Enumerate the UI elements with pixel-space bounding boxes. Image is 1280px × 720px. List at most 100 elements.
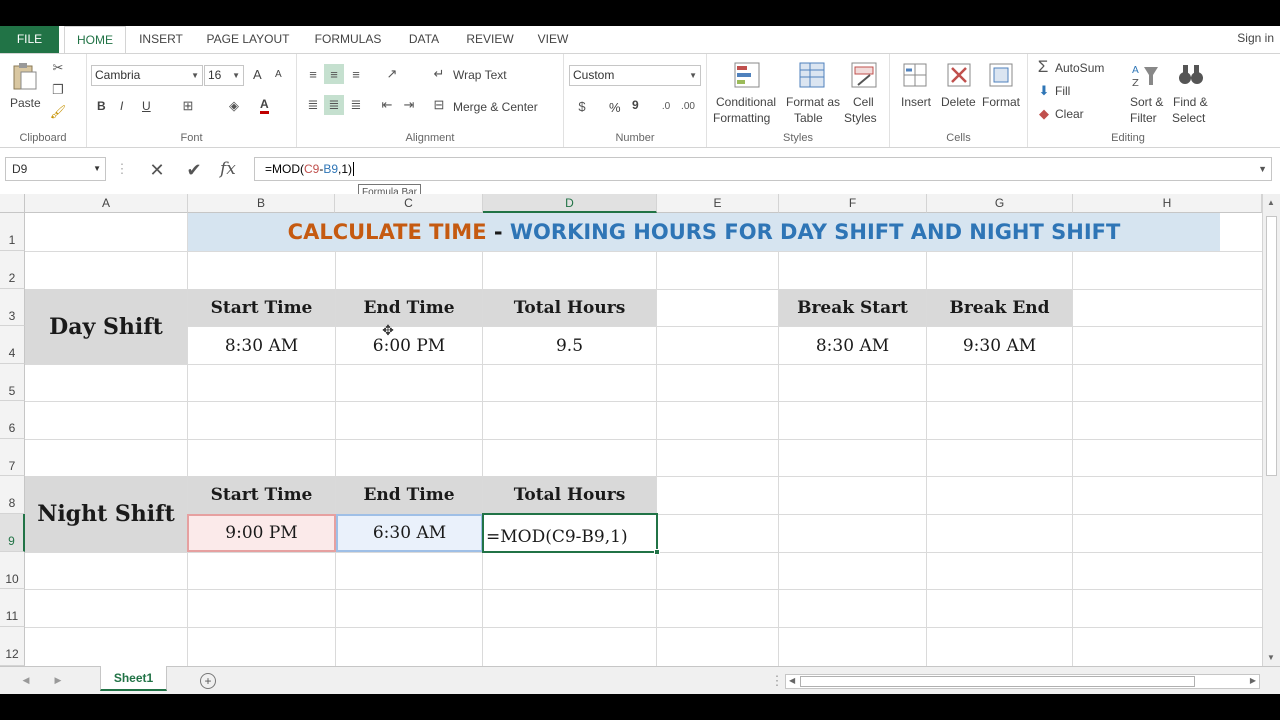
borders-icon[interactable]: ⊞ [179, 97, 197, 115]
break-start-value[interactable]: 8:30 AM [779, 327, 926, 364]
drag-handle-icon[interactable]: ⋮ [116, 161, 129, 177]
insert-cells-icon[interactable] [900, 60, 930, 90]
row-header-11[interactable]: 11 [0, 589, 25, 627]
formula-input[interactable]: =MOD(C9-B9,1)​▼ [254, 157, 1272, 181]
scroll-up-icon[interactable]: ▲ [1267, 198, 1275, 207]
select-all-corner[interactable] [0, 194, 25, 213]
prev-sheet-icon[interactable]: ◀ [20, 673, 32, 687]
row-header-8[interactable]: 8 [0, 476, 25, 514]
night-start-time-header[interactable]: Start Time [188, 476, 335, 514]
align-right-icon[interactable]: ≣ [346, 95, 366, 115]
horizontal-scroll-thumb[interactable] [800, 676, 1195, 687]
insert-cells-button[interactable]: Insert [901, 95, 931, 109]
day-start-time-value[interactable]: 8:30 AM [188, 327, 335, 364]
cancel-icon[interactable]: ✕ [146, 159, 168, 181]
orientation-icon[interactable]: ↗ [379, 64, 405, 84]
tab-file[interactable]: FILE [0, 26, 59, 53]
font-size-dropdown[interactable]: 16 ▼ [204, 65, 244, 86]
column-header-g[interactable]: G [927, 194, 1073, 213]
paste-icon[interactable] [10, 60, 40, 92]
row-header-9[interactable]: 9 [0, 514, 25, 552]
enter-icon[interactable]: ✔ [183, 159, 205, 181]
tab-review[interactable]: REVIEW [460, 26, 520, 53]
day-end-time-value[interactable]: 6:00 PM [336, 327, 482, 364]
night-total-hours-active-cell[interactable]: =MOD(C9-B9,1) [482, 513, 658, 553]
sort-filter-icon[interactable]: AZ [1130, 60, 1160, 90]
sheet-title-cell[interactable]: CALCULATE TIME - WORKING HOURS FOR DAY S… [188, 213, 1220, 251]
merge-center-icon[interactable]: ⊟ [431, 97, 447, 113]
expand-formula-icon[interactable]: ▼ [1258, 158, 1267, 180]
insert-function-button[interactable]: fx [220, 159, 236, 179]
column-header-b[interactable]: B [188, 194, 335, 213]
break-end-header[interactable]: Break End [927, 289, 1072, 326]
night-total-hours-header[interactable]: Total Hours [483, 476, 656, 514]
sort-filter-line1[interactable]: Sort & [1130, 95, 1163, 109]
align-left-icon[interactable]: ≣ [303, 95, 323, 115]
day-shift-label[interactable]: Day Shift [25, 289, 187, 364]
grow-font-button[interactable]: A [253, 67, 262, 82]
drag-handle-icon[interactable]: ⋮ [771, 673, 784, 689]
font-color-button[interactable]: A [260, 98, 269, 114]
tab-formulas[interactable]: FORMULAS [309, 26, 387, 53]
find-select-line2[interactable]: Select [1172, 111, 1205, 125]
format-cells-icon[interactable] [986, 60, 1016, 90]
column-header-e[interactable]: E [657, 194, 779, 213]
accounting-icon[interactable]: $ [572, 97, 592, 115]
tab-page-layout[interactable]: PAGE LAYOUT [200, 26, 296, 53]
increase-decimal-icon[interactable]: .0 [656, 97, 676, 115]
row-header-1[interactable]: 1 [0, 213, 25, 251]
row-header-12[interactable]: 12 [0, 627, 25, 666]
autosum-icon[interactable]: Σ [1034, 57, 1052, 76]
number-format-dropdown[interactable]: Custom ▼ [569, 65, 701, 86]
vertical-scroll-thumb[interactable] [1266, 216, 1277, 476]
clear-button[interactable]: Clear [1055, 107, 1084, 121]
scroll-left-icon[interactable]: ◀ [789, 676, 795, 685]
tab-home[interactable]: HOME [64, 26, 126, 53]
wrap-text-icon[interactable]: ↵ [431, 66, 447, 82]
delete-cells-icon[interactable] [944, 60, 974, 90]
break-end-value[interactable]: 9:30 AM [927, 327, 1072, 364]
cut-icon[interactable]: ✂ [50, 60, 66, 76]
day-total-hours-header[interactable]: Total Hours [483, 289, 656, 326]
align-center-icon[interactable]: ≣ [324, 95, 344, 115]
decrease-indent-icon[interactable]: ⇤ [377, 95, 397, 115]
row-header-5[interactable]: 5 [0, 364, 25, 401]
column-header-a[interactable]: A [25, 194, 188, 213]
night-shift-label[interactable]: Night Shift [25, 476, 187, 552]
conditional-formatting-line2[interactable]: Formatting [713, 111, 770, 125]
cell-styles-icon[interactable] [849, 60, 879, 90]
sort-filter-line2[interactable]: Filter [1130, 111, 1157, 125]
column-header-h[interactable]: H [1073, 194, 1262, 213]
column-header-c[interactable]: C [335, 194, 483, 213]
font-name-dropdown[interactable]: Cambria ▼ [91, 65, 203, 86]
day-start-time-header[interactable]: Start Time [188, 289, 335, 326]
row-header-2[interactable]: 2 [0, 251, 25, 289]
merge-center-button[interactable]: Merge & Center [453, 100, 538, 114]
increase-indent-icon[interactable]: ⇥ [399, 95, 419, 115]
format-as-table-line2[interactable]: Table [794, 111, 823, 125]
cell-styles-line1[interactable]: Cell [853, 95, 874, 109]
format-painter-icon[interactable]: 🖌 [50, 104, 67, 120]
align-bottom-icon[interactable]: ≡ [346, 64, 366, 84]
tab-view[interactable]: VIEW [532, 26, 574, 53]
night-end-time-value[interactable]: 6:30 AM [336, 514, 483, 552]
fill-color-icon[interactable]: ◈ [225, 97, 243, 115]
spreadsheet-grid[interactable]: A B C D E F G H 1 2 3 4 5 6 7 8 9 10 11 … [0, 194, 1280, 666]
cell-styles-line2[interactable]: Styles [844, 111, 877, 125]
day-end-time-header[interactable]: End Time [336, 289, 482, 326]
next-sheet-icon[interactable]: ▶ [52, 673, 64, 687]
shrink-font-button[interactable]: A [275, 69, 282, 80]
row-header-10[interactable]: 10 [0, 552, 25, 589]
bold-button[interactable]: B [97, 99, 106, 113]
percent-button[interactable]: % [609, 100, 621, 115]
column-header-f[interactable]: F [779, 194, 927, 213]
format-as-table-line1[interactable]: Format as [786, 95, 840, 109]
column-header-d[interactable]: D [483, 194, 657, 213]
decrease-decimal-icon[interactable]: .00 [678, 97, 698, 115]
fill-handle[interactable] [654, 549, 660, 555]
copy-icon[interactable]: ❐ [50, 82, 66, 98]
find-select-icon[interactable] [1176, 60, 1206, 90]
align-top-icon[interactable]: ≡ [303, 64, 323, 84]
underline-button[interactable]: U [142, 99, 151, 113]
paste-button[interactable]: Paste [10, 96, 41, 110]
